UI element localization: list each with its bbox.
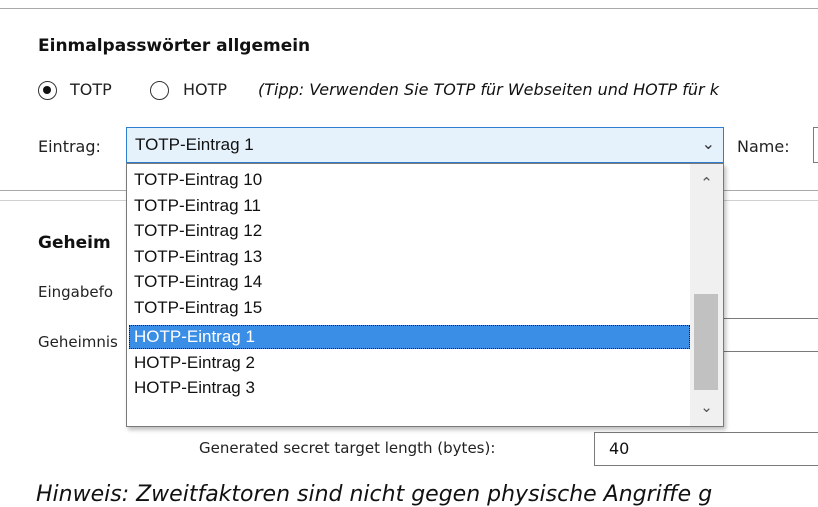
tip-text: (Tipp: Verwenden Sie TOTP für Webseiten … [258,80,719,99]
radio-totp[interactable] [38,81,57,100]
radio-hotp-label[interactable]: HOTP [183,80,227,99]
dropdown-scrollbar[interactable]: ⌃ ⌄ [690,164,723,426]
list-item[interactable]: TOTP-Eintrag 13 [129,245,690,269]
list-item-highlighted[interactable]: HOTP-Eintrag 1 [129,325,690,349]
radio-totp-label[interactable]: TOTP [70,80,112,99]
list-item[interactable]: TOTP-Eintrag 15 [129,296,690,320]
target-length-input[interactable]: 40 [594,432,818,466]
top-divider [0,8,818,9]
chevron-up-icon[interactable]: ⌃ [690,170,723,198]
input-format-label: Eingabefo [38,283,114,301]
section-title-general: Einmalpasswörter allgemein [38,36,311,56]
name-label: Name: [737,137,790,156]
chevron-down-icon[interactable]: ⌄ [702,134,715,153]
section-title-secret: Geheim [38,233,111,253]
target-length-label: Generated secret target length (bytes): [199,439,496,457]
secret-label: Geheimnis [38,333,118,351]
hint-text: Hinweis: Zweitfaktoren sind nicht gegen … [36,482,713,507]
list-item[interactable]: TOTP-Eintrag 14 [129,270,690,294]
radio-hotp[interactable] [150,81,169,100]
list-item[interactable]: HOTP-Eintrag 3 [129,376,690,400]
list-item[interactable]: TOTP-Eintrag 10 [129,168,690,192]
list-item[interactable]: HOTP-Eintrag 2 [129,351,690,375]
name-input[interactable] [813,127,818,163]
entry-selected-value: TOTP-Eintrag 1 [135,135,254,154]
chevron-down-icon[interactable]: ⌄ [690,394,723,422]
scrollbar-thumb[interactable] [694,294,718,390]
entry-dropdown-list[interactable]: TOTP-Eintrag 10 TOTP-Eintrag 11 TOTP-Ein… [126,163,724,427]
list-item[interactable]: TOTP-Eintrag 11 [129,194,690,218]
entry-label: Eintrag: [38,137,101,156]
entry-combobox[interactable]: TOTP-Eintrag 1 ⌄ [126,127,724,163]
radio-selected-dot [43,86,51,94]
list-item[interactable]: TOTP-Eintrag 12 [129,219,690,243]
